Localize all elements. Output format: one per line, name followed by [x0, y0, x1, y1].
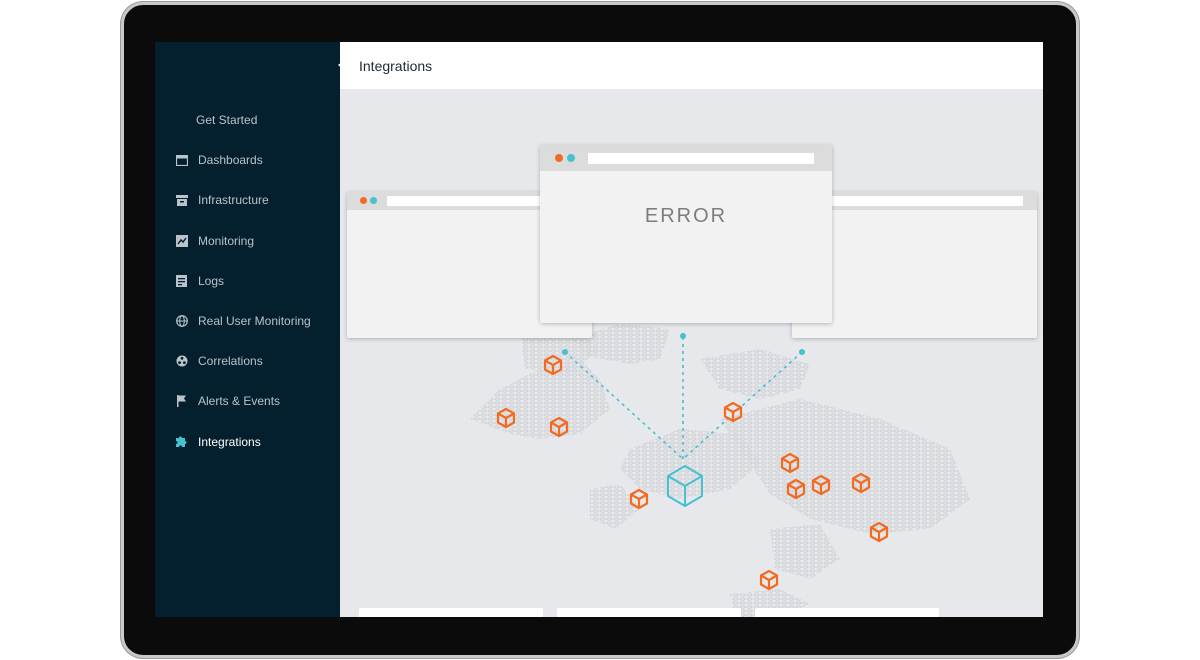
card-placeholder — [359, 608, 543, 617]
sidebar-item-dashboards[interactable]: Dashboards — [155, 140, 340, 180]
orange-cube-icon — [786, 478, 806, 500]
sidebar-item-label: Alerts & Events — [198, 394, 281, 409]
window-dot-icon — [360, 197, 367, 204]
orange-cube-icon — [869, 521, 889, 543]
dashboard-icon — [175, 154, 188, 167]
sidebar-item-logs[interactable]: Logs — [155, 261, 340, 301]
orange-cube-icon — [759, 569, 779, 591]
monitoring-icon — [175, 234, 188, 247]
sidebar-item-label: Integrations — [198, 434, 261, 449]
sidebar-item-real-user-monitoring[interactable]: Real User Monitoring — [155, 301, 340, 341]
sidebar-item-label: Correlations — [198, 354, 263, 369]
orange-cube-icon — [851, 472, 871, 494]
orange-cube-icon — [629, 488, 649, 510]
page-title: Integrations — [359, 57, 433, 74]
sidebar-item-label: Dashboards — [198, 153, 263, 168]
sidebar-item-label: Logs — [198, 273, 225, 288]
window-dot-icon — [555, 154, 563, 162]
sidebar-item-label: Monitoring — [198, 233, 255, 248]
sidebar: Get Started Dashboards Infrastructure Mo… — [155, 42, 340, 617]
sidebar-item-alerts-events[interactable]: Alerts & Events — [155, 381, 340, 421]
orange-cube-icon — [549, 416, 569, 438]
orange-cube-icon — [723, 401, 743, 423]
sidebar-nav: Get Started Dashboards Infrastructure Mo… — [155, 100, 340, 462]
browser-window-error: ERROR — [540, 145, 832, 323]
card-placeholder — [557, 608, 741, 617]
globe-icon — [175, 315, 188, 328]
window-dot-icon — [370, 197, 377, 204]
orange-cube-icon — [811, 474, 831, 496]
address-bar — [588, 153, 814, 164]
sidebar-item-get-started[interactable]: Get Started — [155, 100, 340, 140]
sidebar-item-label: Get Started — [196, 113, 258, 128]
integrations-illustration: ERROR — [340, 89, 1043, 617]
sidebar-item-label: Infrastructure — [198, 193, 269, 208]
sidebar-item-label: Real User Monitoring — [198, 314, 311, 329]
page-header: Integrations — [340, 42, 1043, 89]
sidebar-item-infrastructure[interactable]: Infrastructure — [155, 180, 340, 220]
correlations-icon — [175, 355, 188, 368]
sidebar-item-correlations[interactable]: Correlations — [155, 341, 340, 381]
logs-icon — [175, 274, 188, 287]
browser-toolbar — [540, 145, 832, 171]
infrastructure-icon — [175, 194, 188, 207]
error-message: ERROR — [644, 205, 728, 227]
sidebar-item-monitoring[interactable]: Monitoring — [155, 221, 340, 261]
sidebar-item-integrations[interactable]: Integrations — [155, 422, 340, 462]
card-placeholder — [755, 608, 939, 617]
orange-cube-icon — [496, 407, 516, 429]
orange-cube-icon — [780, 452, 800, 474]
flag-icon — [175, 395, 188, 408]
orange-cube-icon — [543, 354, 563, 376]
puzzle-icon — [175, 435, 188, 448]
window-dot-icon — [567, 154, 575, 162]
address-bar — [812, 196, 1023, 206]
app-screen: Get Started Dashboards Infrastructure Mo… — [155, 42, 1043, 617]
